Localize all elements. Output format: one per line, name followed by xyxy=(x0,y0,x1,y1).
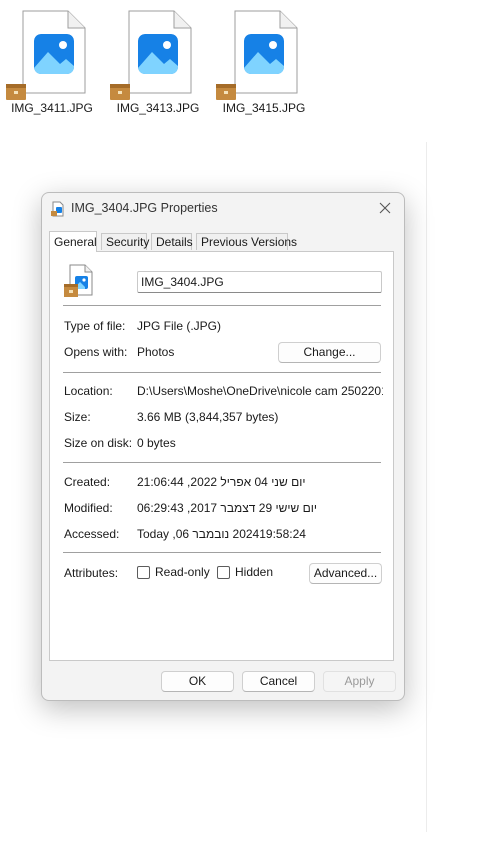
opens-with-value: Photos xyxy=(137,345,175,359)
file-name: IMG_3411.JPG xyxy=(11,101,93,115)
separator xyxy=(63,552,381,553)
tab-previous-versions[interactable]: Previous Versions xyxy=(196,233,297,250)
opens-with-label: Opens with: xyxy=(64,345,128,359)
image-file-icon xyxy=(51,201,64,217)
size-value: 3.66 MB (3,844,357 bytes) xyxy=(137,410,279,424)
separator xyxy=(63,372,381,373)
archive-overlay-icon xyxy=(6,84,26,100)
hidden-label: Hidden xyxy=(235,565,274,579)
properties-dialog: IMG_3404.JPG Properties General Security… xyxy=(41,192,405,701)
accessed-value: Today ,‎‏2024 נובמבר 06‎19:58:24 xyxy=(137,527,306,541)
tab-security[interactable]: Security xyxy=(101,233,149,250)
modified-value: יום שישי 29 דצמבר 2017, 06:29:43 xyxy=(137,501,317,515)
photo-icon xyxy=(244,34,284,74)
checkbox-box[interactable] xyxy=(217,565,230,579)
type-of-file-label: Type of file: xyxy=(64,319,126,333)
desktop-file-icon[interactable]: IMG_3415.JPG xyxy=(216,8,312,118)
advanced-button[interactable]: Advanced... xyxy=(309,563,382,584)
background-divider xyxy=(426,142,427,832)
close-icon xyxy=(379,202,391,214)
general-panel: Type of file: JPG File (.JPG) Opens with… xyxy=(49,251,394,661)
location-value: D:\Users\Moshe\OneDrive\nicole cam 25022… xyxy=(137,384,383,398)
filename-input[interactable] xyxy=(137,271,382,293)
cancel-button[interactable]: Cancel xyxy=(242,671,315,692)
file-name: IMG_3415.JPG xyxy=(222,101,306,115)
read-only-checkbox[interactable]: Read-only xyxy=(137,565,210,579)
title-bar[interactable]: IMG_3404.JPG Properties xyxy=(42,193,404,223)
attributes-label: Attributes: xyxy=(64,566,119,580)
separator xyxy=(63,462,381,463)
location-label: Location: xyxy=(64,384,113,398)
created-value: יום שני 04 אפריל 2022, 21:06:44 xyxy=(137,475,306,489)
modified-label: Modified: xyxy=(64,501,113,515)
size-on-disk-label: Size on disk: xyxy=(64,436,133,450)
change-button[interactable]: Change... xyxy=(278,342,381,363)
dialog-title: IMG_3404.JPG Properties xyxy=(71,201,218,215)
created-label: Created: xyxy=(64,475,111,489)
desktop-file-icon[interactable]: IMG_3413.JPG xyxy=(110,8,206,118)
archive-overlay-icon xyxy=(110,84,130,100)
tab-general[interactable]: General xyxy=(49,231,97,252)
apply-button[interactable]: Apply xyxy=(323,671,396,692)
accessed-label: Accessed: xyxy=(64,527,120,541)
type-of-file-value: JPG File (.JPG) xyxy=(137,319,222,333)
desktop-file-icon[interactable]: IMG_3411.JPG xyxy=(4,8,100,118)
hidden-checkbox[interactable]: Hidden xyxy=(217,565,273,579)
archive-overlay-icon xyxy=(216,84,236,100)
read-only-label: Read-only xyxy=(155,565,210,579)
image-file-icon xyxy=(64,264,93,297)
separator xyxy=(63,305,381,306)
file-name: IMG_3413.JPG xyxy=(116,101,200,115)
checkbox-box[interactable] xyxy=(137,565,150,579)
size-label: Size: xyxy=(64,410,91,424)
photo-icon xyxy=(138,34,178,74)
photo-icon xyxy=(34,34,74,74)
tab-details[interactable]: Details xyxy=(151,233,193,250)
size-on-disk-value: 0 bytes xyxy=(137,436,176,450)
ok-button[interactable]: OK xyxy=(161,671,234,692)
close-button[interactable] xyxy=(370,195,400,221)
